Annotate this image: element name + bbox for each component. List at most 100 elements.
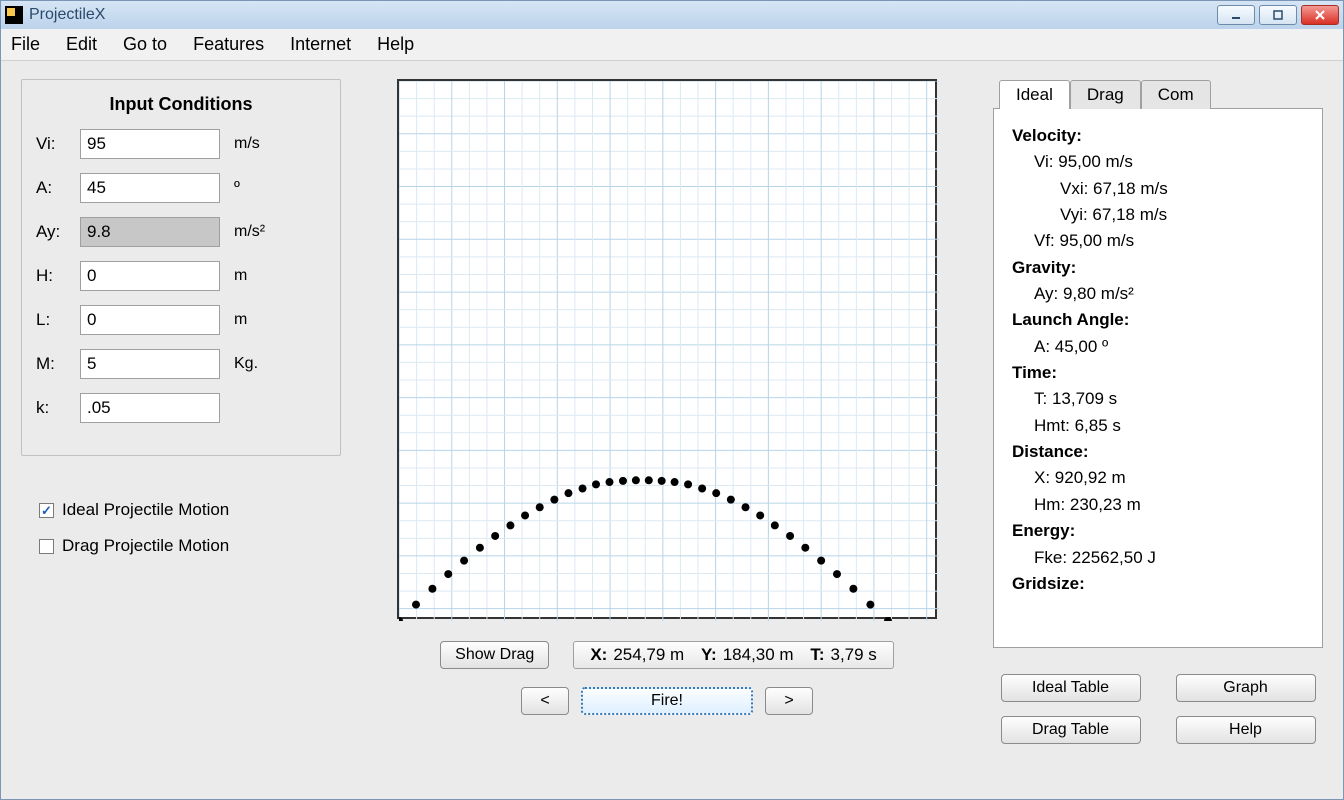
status-readout: X: 254,79 m Y: 184,30 m T: 3,79 s [573, 641, 893, 669]
maximize-button[interactable] [1259, 5, 1297, 25]
app-title: ProjectileX [29, 6, 1217, 24]
input-row-a: A: º [36, 173, 326, 203]
input-label: Vi: [36, 134, 80, 154]
time-header: Time: [1012, 360, 1308, 386]
input-label: A: [36, 178, 80, 198]
menubar: File Edit Go to Features Internet Help [1, 29, 1343, 61]
next-step-button[interactable]: > [765, 687, 813, 715]
result-vi: Vi: 95,00 m/s [1012, 149, 1308, 175]
gravity-header: Gravity: [1012, 255, 1308, 281]
ideal-table-button[interactable]: Ideal Table [1001, 674, 1141, 702]
input-conditions-title: Input Conditions [36, 94, 326, 115]
input-field[interactable] [80, 393, 220, 423]
result-vxi: Vxi: 67,18 m/s [1012, 176, 1308, 202]
ideal-motion-label: Ideal Projectile Motion [62, 500, 229, 520]
status-t-label: T: [810, 645, 824, 665]
menu-features[interactable]: Features [193, 34, 264, 55]
content-area: Input Conditions Vi: m/s A: º Ay: m/s² H: m L: m M… [1, 61, 1343, 799]
result-vf: Vf: 95,00 m/s [1012, 228, 1308, 254]
input-unit: º [234, 179, 240, 197]
input-field[interactable] [80, 129, 220, 159]
gridsize-header: Gridsize: [1012, 571, 1308, 597]
result-ay: Ay: 9,80 m/s² [1012, 281, 1308, 307]
status-x-label: X: [590, 645, 607, 665]
input-row-vi: Vi: m/s [36, 129, 326, 159]
app-icon [5, 6, 23, 24]
input-unit: m/s [234, 135, 260, 153]
input-conditions-panel: Input Conditions Vi: m/s A: º Ay: m/s² H: m L: m M… [21, 79, 341, 456]
input-label: H: [36, 266, 80, 286]
menu-internet[interactable]: Internet [290, 34, 351, 55]
prev-step-button[interactable]: < [521, 687, 569, 715]
tab-com[interactable]: Com [1141, 80, 1211, 109]
energy-header: Energy: [1012, 518, 1308, 544]
input-row-ay: Ay: m/s² [36, 217, 326, 247]
results-panel: Velocity: Vi: 95,00 m/s Vxi: 67,18 m/s V… [993, 108, 1323, 648]
input-field[interactable] [80, 261, 220, 291]
result-hm: Hm: 230,23 m [1012, 492, 1308, 518]
input-label: M: [36, 354, 80, 374]
tab-ideal[interactable]: Ideal [999, 80, 1070, 109]
drag-motion-label: Drag Projectile Motion [62, 536, 229, 556]
input-row-k: k: [36, 393, 326, 423]
graph-controls: Show Drag X: 254,79 m Y: 184,30 m T: 3,7… [361, 641, 973, 715]
show-drag-button[interactable]: Show Drag [440, 641, 549, 669]
trajectory-graph-svg [399, 81, 939, 621]
window-controls [1217, 5, 1339, 25]
result-x: X: 920,92 m [1012, 465, 1308, 491]
drag-table-button[interactable]: Drag Table [1001, 716, 1141, 744]
close-icon [1313, 9, 1327, 21]
graph-button[interactable]: Graph [1176, 674, 1316, 702]
status-y: 184,30 m [723, 645, 794, 665]
results-tabs: Ideal Drag Com [999, 79, 1323, 108]
input-label: k: [36, 398, 80, 418]
status-x: 254,79 m [613, 645, 684, 665]
result-angle: A: 45,00 º [1012, 334, 1308, 360]
ideal-motion-checkbox-row: Ideal Projectile Motion [39, 500, 341, 520]
minimize-button[interactable] [1217, 5, 1255, 25]
result-hmt: Hmt: 6,85 s [1012, 413, 1308, 439]
menu-goto[interactable]: Go to [123, 34, 167, 55]
maximize-icon [1271, 9, 1285, 21]
input-field[interactable] [80, 173, 220, 203]
input-unit: m/s² [234, 223, 265, 241]
panel-left: Input Conditions Vi: m/s A: º Ay: m/s² H: m L: m M… [21, 79, 341, 787]
input-unit: m [234, 311, 247, 329]
trajectory-graph [397, 79, 937, 619]
app-window: ProjectileX File Edit Go to Features Int… [0, 0, 1344, 800]
result-vyi: Vyi: 67,18 m/s [1012, 202, 1308, 228]
titlebar: ProjectileX [1, 1, 1343, 29]
right-button-grid: Ideal Table Graph Drag Table Help [993, 674, 1323, 744]
tab-drag[interactable]: Drag [1070, 80, 1141, 109]
result-t: T: 13,709 s [1012, 386, 1308, 412]
input-unit: Kg. [234, 355, 258, 373]
input-field[interactable] [80, 349, 220, 379]
input-unit: m [234, 267, 247, 285]
motion-mode-group: Ideal Projectile Motion Drag Projectile … [21, 484, 341, 572]
input-field[interactable] [80, 217, 220, 247]
panel-right: Ideal Drag Com Velocity: Vi: 95,00 m/s V… [993, 79, 1323, 787]
menu-file[interactable]: File [11, 34, 40, 55]
help-button[interactable]: Help [1176, 716, 1316, 744]
input-row-m: M: Kg. [36, 349, 326, 379]
ideal-motion-checkbox[interactable] [39, 503, 54, 518]
input-row-l: L: m [36, 305, 326, 335]
result-fke: Fke: 22562,50 J [1012, 545, 1308, 571]
minimize-icon [1229, 9, 1243, 21]
input-field[interactable] [80, 305, 220, 335]
distance-header: Distance: [1012, 439, 1308, 465]
fire-button[interactable]: Fire! [581, 687, 753, 715]
angle-header: Launch Angle: [1012, 307, 1308, 333]
velocity-header: Velocity: [1012, 123, 1308, 149]
status-t: 3,79 s [831, 645, 877, 665]
status-y-label: Y: [701, 645, 717, 665]
drag-motion-checkbox-row: Drag Projectile Motion [39, 536, 341, 556]
menu-help[interactable]: Help [377, 34, 414, 55]
close-button[interactable] [1301, 5, 1339, 25]
input-label: Ay: [36, 222, 80, 242]
menu-edit[interactable]: Edit [66, 34, 97, 55]
drag-motion-checkbox[interactable] [39, 539, 54, 554]
panel-center: Show Drag X: 254,79 m Y: 184,30 m T: 3,7… [361, 79, 973, 787]
input-row-h: H: m [36, 261, 326, 291]
input-label: L: [36, 310, 80, 330]
